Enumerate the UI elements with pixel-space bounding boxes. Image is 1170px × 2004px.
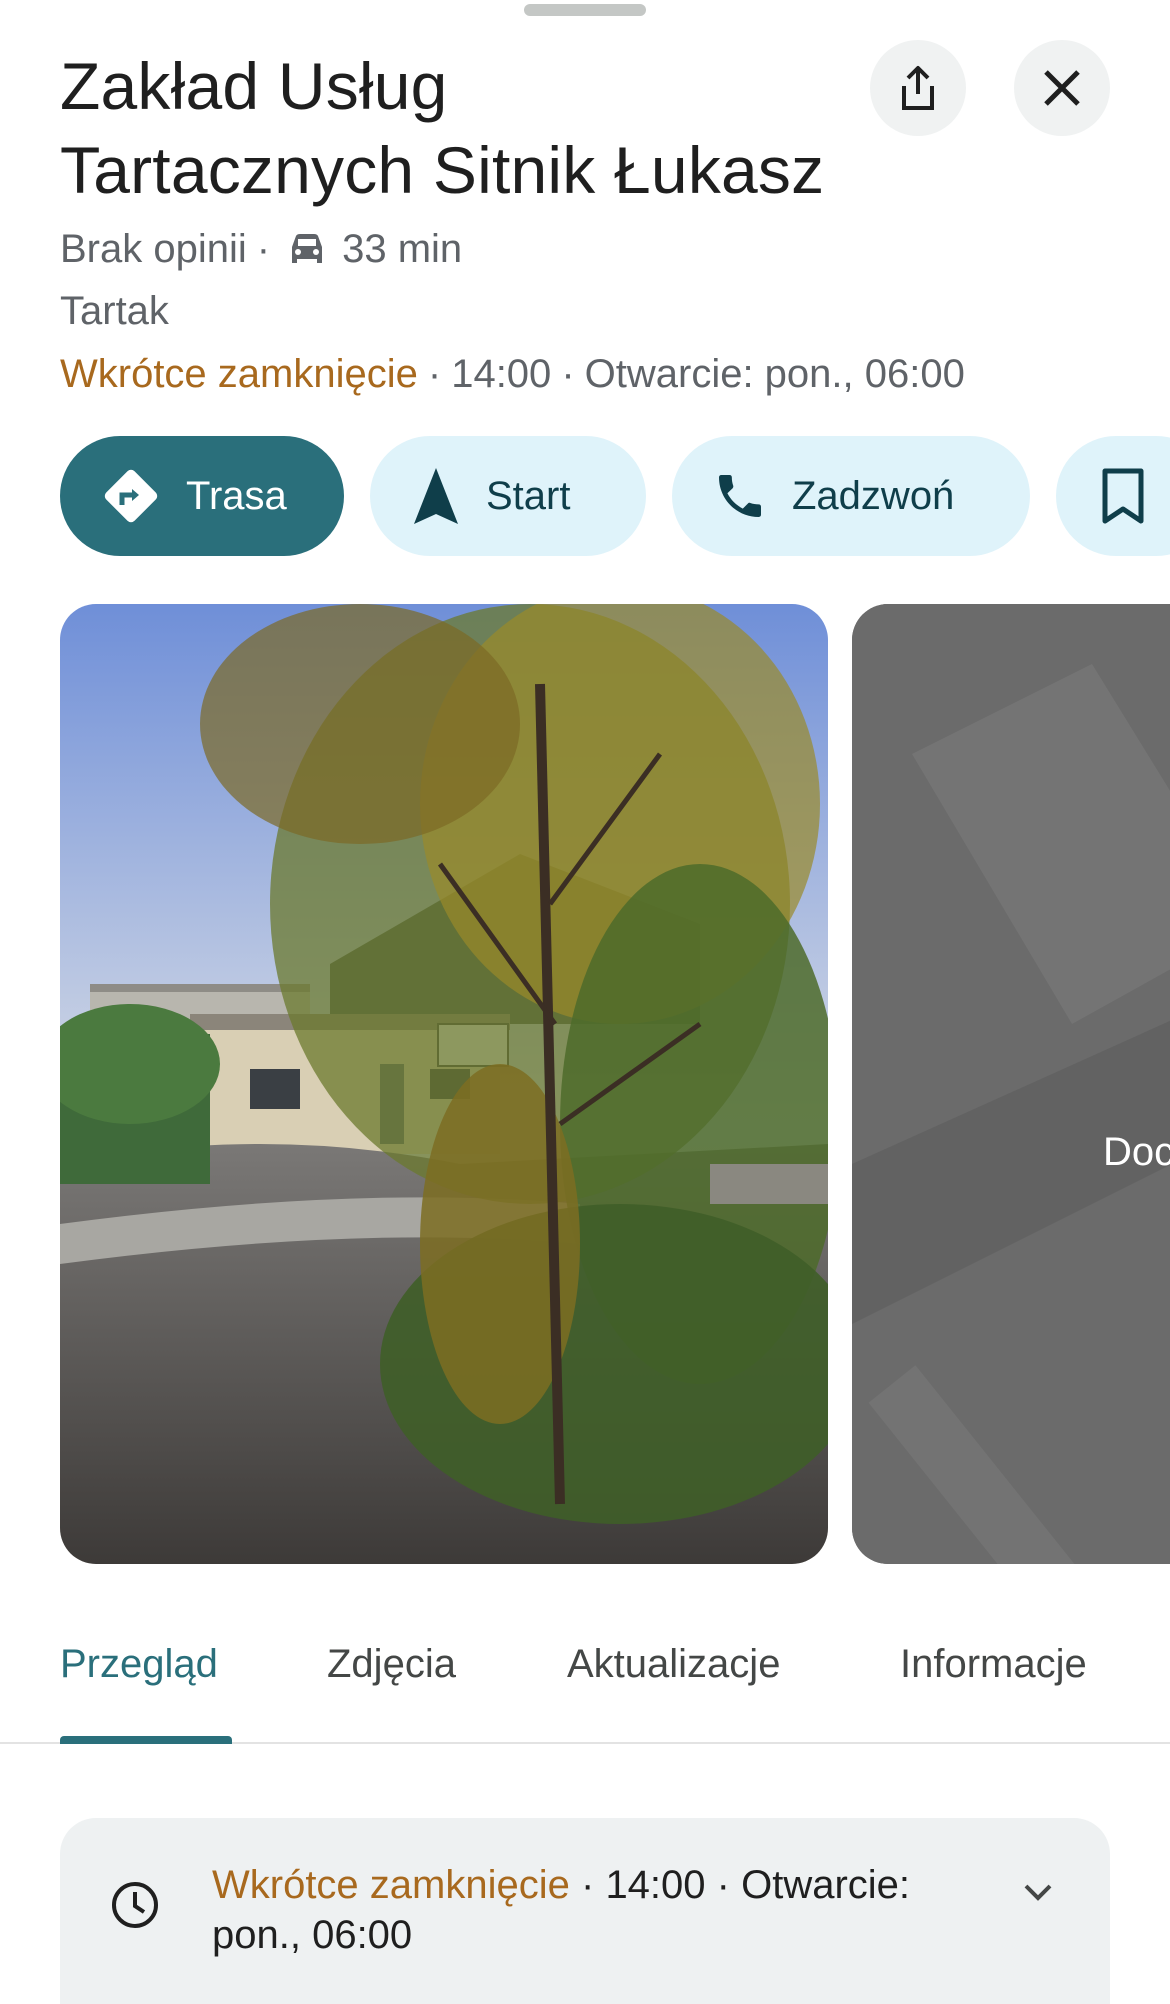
opening-info-text: Otwarcie: pon., 06:00 [584,352,965,396]
photo-carousel[interactable] [60,604,1170,1564]
side-photo-label: Doc [1103,1130,1170,1174]
side-photo-placeholder[interactable] [852,604,1170,1564]
hours-closing-time: 14:00 [605,1863,706,1907]
share-icon [902,66,934,110]
phone-icon [719,475,761,517]
clock-icon [112,1882,158,1928]
hours-card[interactable]: Wkrótce zamknięcie · 14:00 · Otwarcie: p… [60,1818,1110,2004]
place-title: Zakład Usług Tartacznych Sitnik Łukasz [60,44,860,212]
tab-photos[interactable]: Zdjęcia [327,1642,456,1687]
call-button[interactable]: Zadzwoń [672,436,1030,556]
bookmark-icon [1102,468,1144,524]
hours-summary: Wkrótce zamknięcie · 14:00 · Otwarcie: p… [60,349,965,399]
drive-time-text: 33 min [342,227,463,271]
separator-dot: · [716,1863,742,1907]
separator-dot: · [256,227,271,271]
close-button[interactable] [1014,40,1110,136]
start-button[interactable]: Start [370,436,646,556]
navigation-arrow-icon [414,468,458,524]
chevron-down-icon[interactable] [1020,1880,1056,1904]
street-view-photo [60,604,828,1564]
hours-detail: Wkrótce zamknięcie · 14:00 · Otwarcie: p… [212,1860,972,1960]
hours-opening-label: Otwarcie: [741,1863,911,1907]
action-buttons-row: Trasa Start Zadzwoń [60,436,1170,556]
tab-info[interactable]: Informacje [900,1642,1087,1687]
status-text: Wkrótce zamknięcie [60,352,418,396]
close-icon [1044,70,1080,106]
save-button[interactable] [1056,436,1170,556]
reviews-text: Brak opinii [60,227,247,271]
place-photo[interactable] [60,604,828,1564]
tab-updates[interactable]: Aktualizacje [567,1642,780,1687]
tab-overview[interactable]: Przegląd [60,1642,218,1687]
active-tab-indicator [60,1736,232,1744]
car-icon [286,231,328,267]
route-label: Trasa [186,473,287,518]
hours-status: Wkrótce zamknięcie [212,1863,570,1907]
route-button[interactable]: Trasa [60,436,344,556]
place-title-line1: Zakład Usług [60,49,448,123]
closing-time-text: 14:00 [451,352,552,396]
call-label: Zadzwoń [792,473,955,518]
place-sheet: Zakład Usług Tartacznych Sitnik Łukasz B… [0,0,1170,2004]
category-text: Tartak [60,289,169,333]
separator-dot: · [581,1863,606,1907]
drag-handle[interactable] [524,4,646,16]
share-button[interactable] [870,40,966,136]
separator-dot: · [427,352,442,396]
map-preview [852,604,1170,1564]
tab-bar: Przegląd Zdjęcia Aktualizacje Informacje [0,1612,1170,1744]
start-label: Start [486,473,571,518]
directions-icon [104,469,158,523]
separator-dot: · [561,352,575,396]
hours-opening-day-time: pon., 06:00 [212,1913,413,1957]
rating-drive-line: Brak opinii · 33 min [60,224,462,274]
place-title-line2: Tartacznych Sitnik Łukasz [60,133,825,207]
